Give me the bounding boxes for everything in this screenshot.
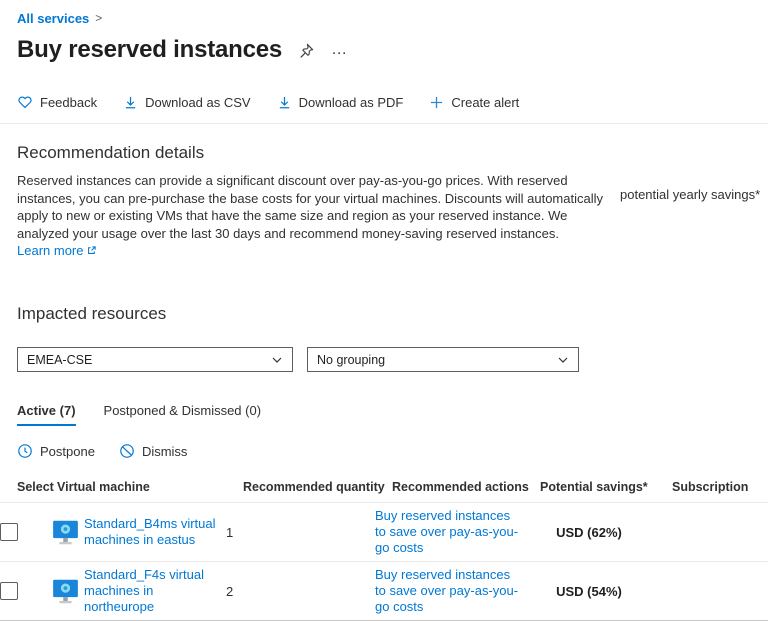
title-row: Buy reserved instances … xyxy=(17,34,768,66)
vm-link[interactable]: Standard_F4s virtual machines in northeu… xyxy=(84,567,216,615)
virtual-machine-icon xyxy=(52,520,79,545)
grouping-value: No grouping xyxy=(317,352,386,367)
more-options-icon[interactable]: … xyxy=(331,42,348,58)
pin-icon[interactable] xyxy=(298,42,315,59)
breadcrumb: All services > xyxy=(0,0,768,26)
col-subscription: Subscription xyxy=(672,480,749,494)
download-csv-button[interactable]: Download as CSV xyxy=(123,95,251,110)
row-select-checkbox[interactable] xyxy=(0,582,18,600)
recommended-action-link[interactable]: Buy reserved instances to save over pay-… xyxy=(375,567,521,615)
vm-link[interactable]: Standard_B4ms virtual machines in eastus xyxy=(84,516,216,548)
scope-filter-dropdown[interactable]: EMEA-CSE xyxy=(17,347,293,372)
download-csv-label: Download as CSV xyxy=(145,94,251,110)
recommended-action-link[interactable]: Buy reserved instances to save over pay-… xyxy=(375,508,521,556)
download-pdf-label: Download as PDF xyxy=(298,94,404,110)
recommendation-text: Reserved instances can provide a signifi… xyxy=(17,173,603,241)
potential-savings-value: USD (62%) xyxy=(556,524,622,540)
dismiss-button[interactable]: Dismiss xyxy=(119,443,188,459)
recommendations-table: Select Virtual machine Recommended quant… xyxy=(0,472,768,621)
row-select-checkbox[interactable] xyxy=(0,523,18,541)
download-icon xyxy=(123,95,138,110)
recommendation-details-section: Recommendation details Reserved instance… xyxy=(17,143,768,258)
chevron-down-icon xyxy=(271,354,283,366)
feedback-button[interactable]: Feedback xyxy=(17,94,97,110)
download-pdf-button[interactable]: Download as PDF xyxy=(277,94,404,110)
table-row: Standard_B4ms virtual machines in eastus… xyxy=(0,503,768,562)
potential-yearly-savings-label: potential yearly savings* xyxy=(620,187,761,202)
grouping-dropdown[interactable]: No grouping xyxy=(307,347,579,372)
col-virtual-machine: Virtual machine xyxy=(57,480,150,494)
col-select: Select xyxy=(17,480,54,494)
recommended-quantity-value: 2 xyxy=(226,583,234,599)
breadcrumb-separator-icon: > xyxy=(95,11,103,25)
toolbar-divider xyxy=(0,123,768,124)
download-icon xyxy=(277,95,292,110)
postpone-label: Postpone xyxy=(40,443,95,459)
table-row: Standard_F4s virtual machines in northeu… xyxy=(0,562,768,621)
plus-icon xyxy=(429,95,444,110)
dismiss-label: Dismiss xyxy=(141,443,188,459)
create-alert-label: Create alert xyxy=(451,94,520,110)
potential-savings-value: USD (54%) xyxy=(556,583,622,599)
toolbar: Feedback Download as CSV Download as PDF… xyxy=(17,90,768,114)
buy-reserved-instances-page: All services > Buy reserved instances … … xyxy=(0,0,768,621)
feedback-label: Feedback xyxy=(40,94,98,110)
command-bar: Postpone Dismiss xyxy=(17,443,768,459)
table-header-row: Select Virtual machine Recommended quant… xyxy=(0,472,768,503)
recommendation-details-heading: Recommendation details xyxy=(17,143,205,162)
tab-active[interactable]: Active (7) xyxy=(17,403,76,426)
col-potential-savings: Potential savings* xyxy=(540,480,648,494)
breadcrumb-all-services-link[interactable]: All services xyxy=(17,11,89,26)
create-alert-button[interactable]: Create alert xyxy=(429,95,519,110)
external-link-icon xyxy=(86,245,97,256)
heart-icon xyxy=(17,94,33,110)
col-recommended-actions: Recommended actions xyxy=(392,480,529,494)
learn-more-label: Learn more xyxy=(17,243,84,258)
postpone-button[interactable]: Postpone xyxy=(17,443,95,459)
page-title: Buy reserved instances xyxy=(17,36,283,63)
learn-more-link[interactable]: Learn more xyxy=(17,243,97,258)
blocked-icon xyxy=(119,443,135,459)
virtual-machine-icon xyxy=(52,579,79,604)
impacted-resources-heading: Impacted resources xyxy=(17,304,167,323)
clock-icon xyxy=(17,443,33,459)
filters-row: EMEA-CSE No grouping xyxy=(17,347,768,372)
recommended-quantity-value: 1 xyxy=(226,524,234,540)
tab-bar: Active (7) Postponed & Dismissed (0) xyxy=(17,403,768,426)
tab-postponed-dismissed[interactable]: Postponed & Dismissed (0) xyxy=(104,403,262,426)
chevron-down-icon xyxy=(557,354,569,366)
scope-filter-value: EMEA-CSE xyxy=(27,352,93,367)
col-recommended-quantity: Recommended quantity xyxy=(243,480,385,494)
